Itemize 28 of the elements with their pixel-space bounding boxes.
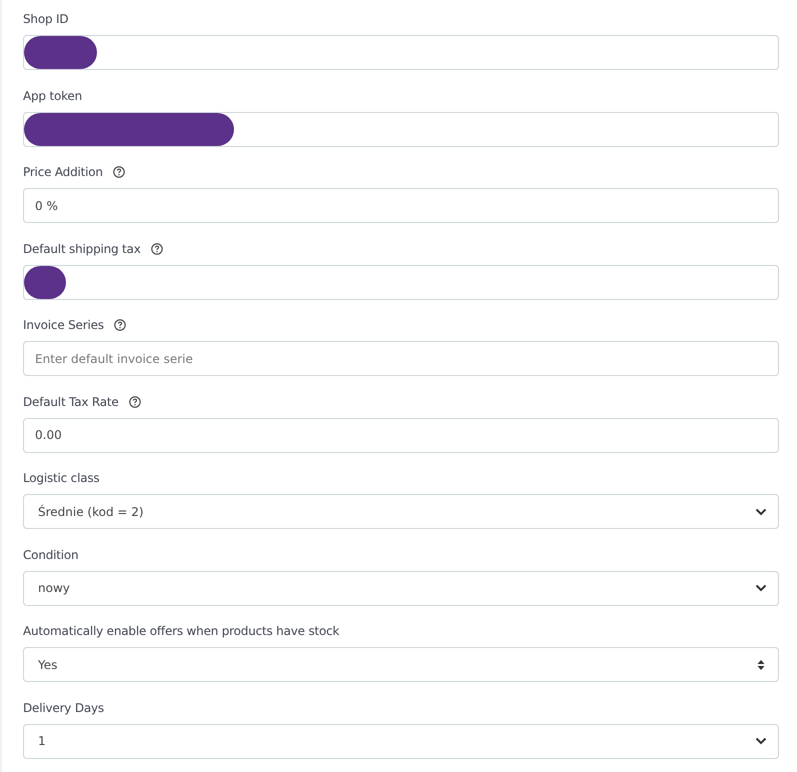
help-icon[interactable] (128, 396, 141, 408)
select-field[interactable]: 1 (23, 724, 779, 758)
chevron-down-icon (755, 737, 767, 745)
field-label: Price Addition (23, 165, 103, 179)
help-icon[interactable] (150, 242, 163, 254)
field-label: App token (23, 88, 82, 102)
text-field[interactable]: 0 % (23, 188, 779, 223)
text-field[interactable]: Enter default invoice serie (23, 341, 779, 376)
chevron-down-icon (755, 584, 767, 592)
help-icon[interactable] (114, 319, 126, 331)
text-field[interactable]: 0.00 (23, 418, 779, 452)
select-field[interactable]: nowy (23, 570, 779, 606)
field-label: Invoice Series (23, 318, 104, 332)
help-icon[interactable] (112, 166, 125, 178)
field-label: Default shipping tax (23, 242, 141, 256)
select-field[interactable]: Średnie (kod = 2) (23, 494, 779, 529)
chevron-down-icon (755, 508, 767, 516)
field-label: Logistic class (23, 471, 100, 485)
sort-icon (757, 660, 765, 670)
select-field[interactable]: Yes (23, 647, 779, 682)
field-label: Shop ID (23, 12, 68, 26)
field-label: Automatically enable offers when products have stock (23, 624, 340, 638)
field-label: Default Tax Rate (23, 394, 119, 408)
field-label: Delivery Days (23, 700, 104, 714)
text-field[interactable] (23, 35, 779, 70)
text-field[interactable] (23, 264, 779, 300)
text-field[interactable] (23, 112, 779, 146)
field-label: Condition (23, 548, 78, 562)
